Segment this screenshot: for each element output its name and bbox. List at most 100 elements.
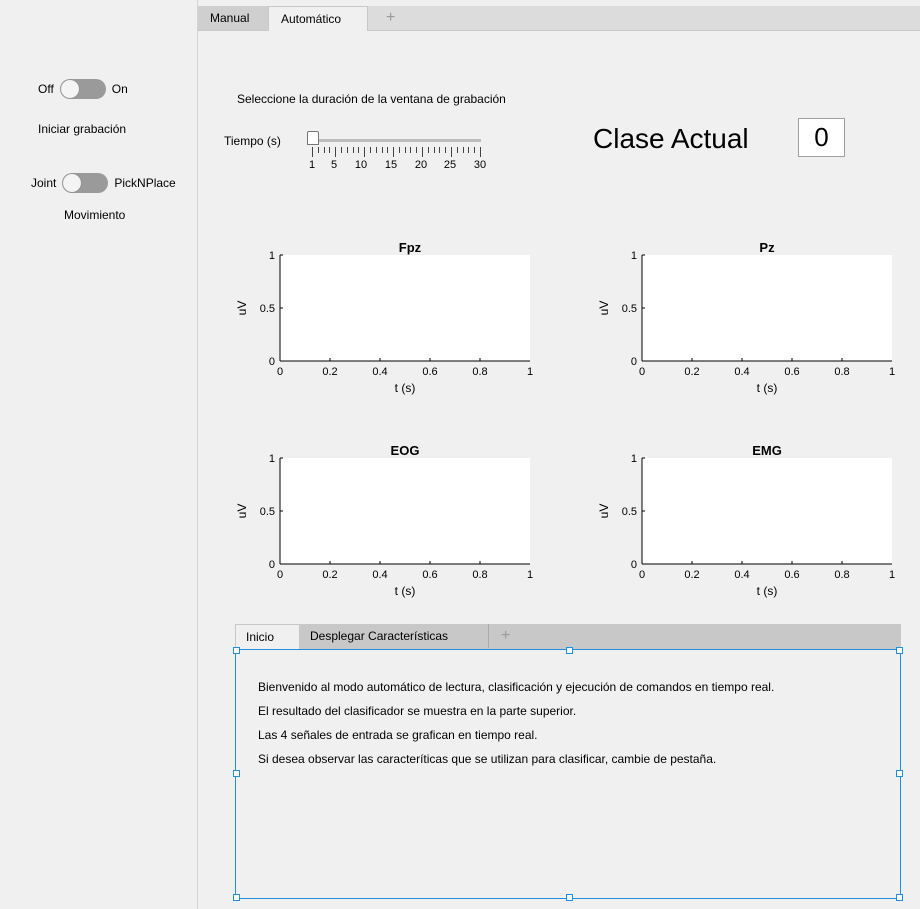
x-tick-label: 0 xyxy=(639,366,645,378)
record-toggle-row: Off On xyxy=(38,79,128,99)
x-tick-label: 0.8 xyxy=(472,569,487,581)
clase-actual-value: 0 xyxy=(798,118,845,157)
clase-actual-label: Clase Actual xyxy=(593,123,749,154)
resize-handle[interactable] xyxy=(566,894,573,901)
x-tick-label: 0.6 xyxy=(422,569,437,581)
slider-tick xyxy=(317,147,319,153)
slider-tick xyxy=(387,147,389,153)
movement-off-label: Joint xyxy=(31,176,57,190)
record-off-label: Off xyxy=(38,82,54,96)
plot-title: Pz xyxy=(759,240,775,255)
slider-tick xyxy=(346,147,348,153)
main-tab-bar: Manual Automático + xyxy=(198,6,920,31)
tab-manual[interactable]: Manual xyxy=(198,6,268,30)
record-toggle-switch[interactable] xyxy=(59,79,106,99)
x-tick-label: 0.4 xyxy=(734,569,749,581)
slider-tick xyxy=(335,147,337,157)
y-tick-label: 1 xyxy=(269,453,275,465)
slider-tick xyxy=(427,147,429,153)
slider-label: Tiempo (s) xyxy=(224,134,281,148)
y-tick-label: 0.5 xyxy=(260,303,275,315)
x-tick-label: 0 xyxy=(277,569,283,581)
slider-tick xyxy=(433,147,435,153)
x-tick-label: 0 xyxy=(277,366,283,378)
x-tick-label: 0.8 xyxy=(472,366,487,378)
slider-track[interactable] xyxy=(311,139,481,142)
resize-handle[interactable] xyxy=(896,647,903,654)
resize-handle[interactable] xyxy=(896,770,903,777)
x-tick-label: 0.2 xyxy=(322,569,337,581)
slider-tick xyxy=(375,147,377,153)
plot-eog-svg: EOG 1 0.5 0 0 0.2 0.4 0.6 0.8 1 t (s) uV xyxy=(235,443,533,598)
x-tick-label: 1 xyxy=(527,569,533,581)
plot-fpz: Fpz 1 0.5 0 0 0.2 0.4 0.6 0.8 1 t (s) uV xyxy=(220,235,540,408)
slider-tick xyxy=(416,147,418,153)
slider-tick-label: 15 xyxy=(384,159,398,171)
slider-tick xyxy=(381,147,383,153)
plot-area xyxy=(280,255,530,361)
y-tick-label: 0.5 xyxy=(622,303,637,315)
plot-title: EMG xyxy=(752,443,782,458)
plot-pz: Pz 1 0.5 0 0 0.2 0.4 0.6 0.8 1 t (s) uV xyxy=(582,235,902,408)
record-caption: Iniciar grabación xyxy=(38,122,127,136)
slider-tick-label: 25 xyxy=(443,159,457,171)
y-tick-label: 0.5 xyxy=(622,506,637,518)
content-line: Las 4 señales de entrada se grafican en … xyxy=(258,728,538,742)
resize-handle[interactable] xyxy=(896,894,903,901)
x-axis-label: t (s) xyxy=(395,381,416,395)
plot-pz-svg: Pz 1 0.5 0 0 0.2 0.4 0.6 0.8 1 t (s) uV xyxy=(597,240,895,395)
x-tick-label: 0.8 xyxy=(834,569,849,581)
y-tick-label: 0 xyxy=(269,356,275,368)
y-axis-label: uV xyxy=(597,301,611,316)
slider-thumb[interactable] xyxy=(307,131,319,145)
x-tick-label: 0.8 xyxy=(834,366,849,378)
add-tab-icon[interactable]: + xyxy=(488,624,518,648)
plot-area xyxy=(280,458,530,564)
slider-tick-label: 30 xyxy=(473,159,487,171)
x-tick-label: 0.6 xyxy=(784,569,799,581)
left-panel: Off On Iniciar grabación Joint PickNPlac… xyxy=(0,0,198,909)
plot-area xyxy=(642,255,892,361)
content-line: El resultado del clasificador se muestra… xyxy=(258,704,577,718)
slider-tick xyxy=(340,147,342,153)
record-toggle-knob[interactable] xyxy=(60,80,79,98)
slider-tick xyxy=(451,147,453,157)
slider-tick xyxy=(352,147,354,153)
movement-toggle-switch[interactable] xyxy=(62,173,109,193)
y-tick-label: 1 xyxy=(269,250,275,262)
slider-tick-label: 10 xyxy=(354,159,368,171)
record-on-label: On xyxy=(111,82,128,96)
resize-handle[interactable] xyxy=(566,647,573,654)
y-tick-label: 1 xyxy=(631,453,637,465)
x-tick-label: 0.2 xyxy=(322,366,337,378)
x-tick-label: 0.6 xyxy=(784,366,799,378)
slider-tick-label: 1 xyxy=(308,159,316,171)
slider-tick xyxy=(358,147,360,153)
slider-tick xyxy=(439,147,441,153)
x-axis-label: t (s) xyxy=(757,584,778,598)
tab-desplegar-caracteristicas[interactable]: Desplegar Características xyxy=(300,624,488,648)
resize-handle[interactable] xyxy=(233,770,240,777)
resize-handle[interactable] xyxy=(233,894,240,901)
movement-on-label: PickNPlace xyxy=(114,176,176,190)
x-tick-label: 0.4 xyxy=(734,366,749,378)
duration-slider[interactable]: 1 5 10 15 20 25 30 xyxy=(305,130,490,180)
x-axis-label: t (s) xyxy=(395,584,416,598)
slider-tick-label: 5 xyxy=(330,159,338,171)
plot-fpz-svg: Fpz 1 0.5 0 0 0.2 0.4 0.6 0.8 1 t (s) uV xyxy=(235,240,533,395)
slider-tick xyxy=(312,147,313,157)
movement-toggle-knob[interactable] xyxy=(63,174,82,192)
y-tick-label: 1 xyxy=(631,250,637,262)
slider-tick xyxy=(364,147,366,157)
slider-tick xyxy=(398,147,400,153)
plot-area xyxy=(642,458,892,564)
slider-tick xyxy=(369,147,371,153)
movement-toggle-row: Joint PickNPlace xyxy=(31,173,176,193)
slider-tick xyxy=(393,147,395,157)
resize-handle[interactable] xyxy=(233,647,240,654)
y-axis-label: uV xyxy=(235,504,249,519)
tab-automatico[interactable]: Automático xyxy=(268,6,368,31)
content-line: Bienvenido al modo automático de lectura… xyxy=(258,680,775,694)
tab-inicio[interactable]: Inicio xyxy=(235,624,300,649)
add-tab-icon[interactable]: + xyxy=(374,6,404,30)
